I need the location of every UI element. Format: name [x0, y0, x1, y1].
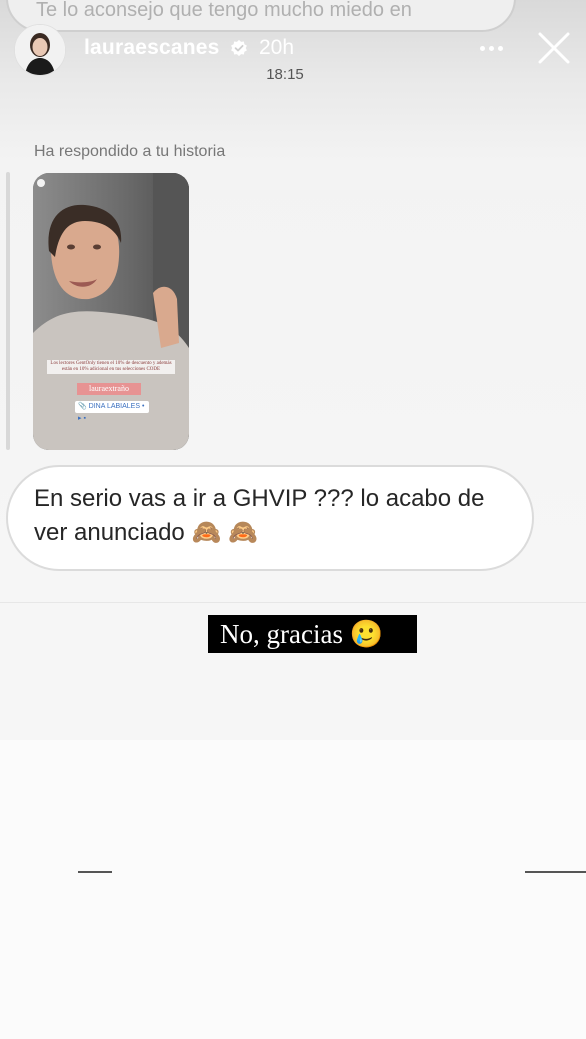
line-right [525, 871, 586, 873]
message-text: En serio vas a ir a GHVIP ??? lo acabo d… [34, 485, 485, 546]
reply-context-label: Ha respondido a tu historia [34, 143, 226, 160]
reply-quote-bar [6, 172, 10, 450]
blank-area [0, 740, 586, 1039]
verified-badge-icon [230, 39, 248, 57]
divider [0, 602, 586, 603]
replied-story-thumbnail[interactable]: Los lectores GentOnly tienen el 10% de d… [33, 173, 189, 450]
time-ago: 20h [259, 36, 295, 59]
line-left [78, 871, 112, 873]
story-mention: lauraextraño [77, 383, 141, 395]
close-icon[interactable] [536, 30, 572, 66]
story-product-tag: 📎 DINA LABIALES • ▸ ▪ [75, 401, 149, 422]
story-caption: Los lectores GentOnly tienen el 10% de d… [47, 360, 175, 374]
story-text-overlay: No, gracias 🥲 [208, 615, 417, 653]
message-timestamp: 18:15 [266, 66, 304, 83]
more-options-icon[interactable] [476, 36, 506, 60]
message-bubble[interactable]: En serio vas a ir a GHVIP ??? lo acabo d… [6, 465, 534, 571]
story-header: lauraescanes 20h 18:15 [0, 0, 586, 100]
username[interactable]: lauraescanes [84, 36, 220, 60]
story-screen: Te lo aconsejo que tengo mucho miedo en … [0, 0, 586, 1039]
